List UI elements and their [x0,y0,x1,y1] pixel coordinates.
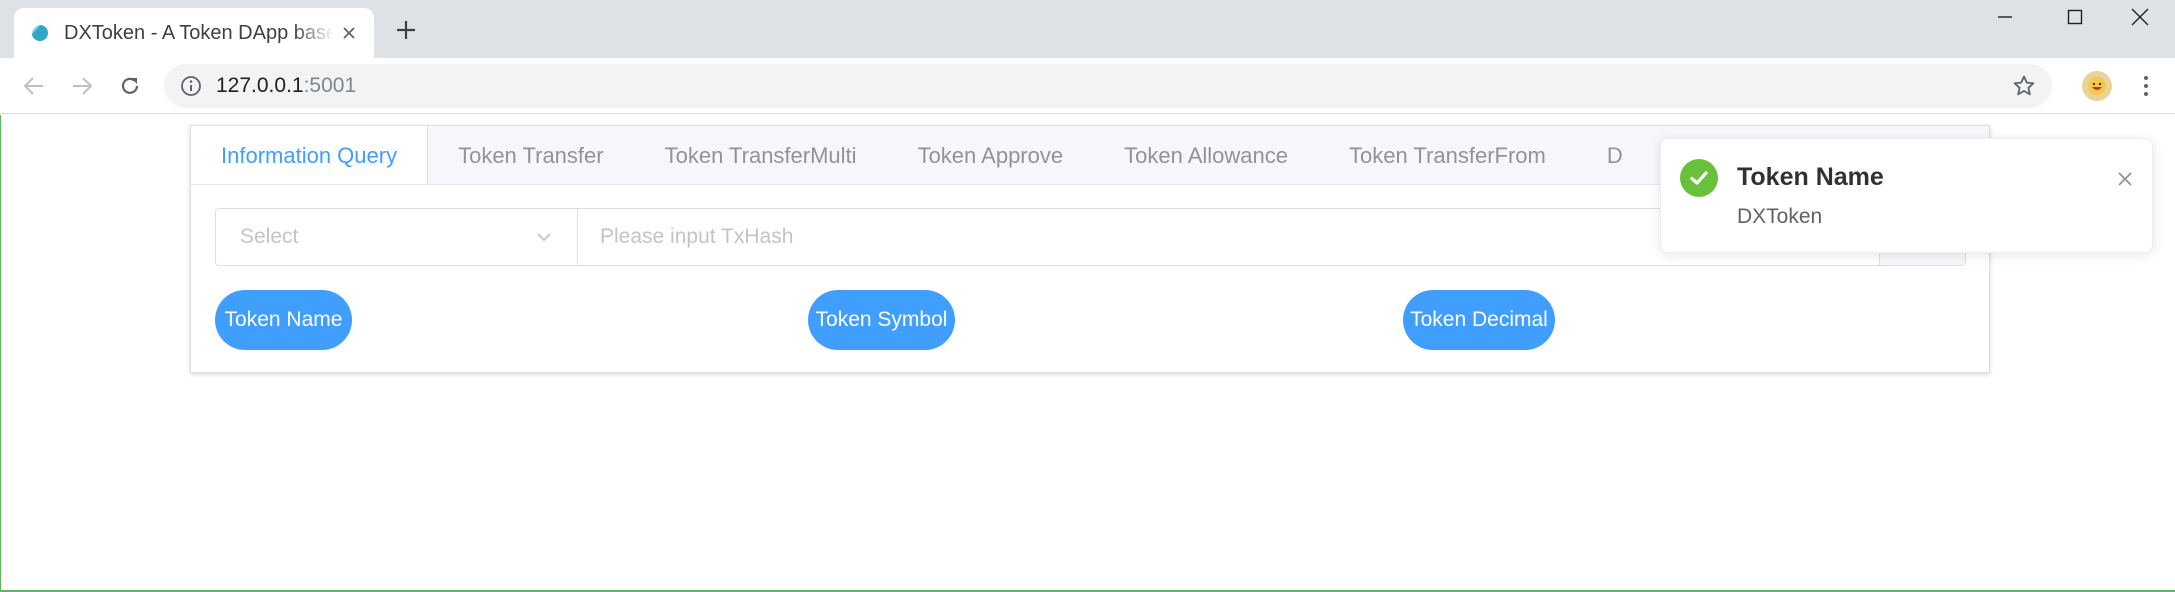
token-symbol-button[interactable]: Token Symbol [808,290,955,350]
tab-token-transfermulti[interactable]: Token TransferMulti [635,126,888,184]
info-buttons: Token Name Token Symbol Token Decimal [215,290,1966,350]
site-info-icon[interactable] [180,75,202,97]
tab-close-icon[interactable] [338,22,360,44]
back-arrow-icon[interactable] [16,68,52,104]
tab-token-transferfrom[interactable]: Token TransferFrom [1319,126,1577,184]
address-bar[interactable]: 127.0.0.1:5001 [164,64,2052,108]
browser-tab-title: DXToken - A Token DApp based [64,21,334,44]
tab-token-allowance[interactable]: Token Allowance [1094,126,1319,184]
notification-message: DXToken [1737,205,1823,228]
browser-toolbar: 127.0.0.1:5001 [0,58,2175,114]
check-circle-icon [1680,159,1718,197]
chevron-down-icon [537,233,551,242]
url-text: 127.0.0.1:5001 [216,74,357,97]
forward-arrow-icon[interactable] [64,68,100,104]
tab-token-transfer[interactable]: Token Transfer [428,126,635,184]
browser-menu-icon[interactable] [2132,70,2160,102]
tab-token-approve[interactable]: Token Approve [888,126,1095,184]
tab-information-query[interactable]: Information Query [191,126,429,184]
minimize-window-icon[interactable] [1970,0,2040,34]
profile-avatar[interactable] [2082,71,2112,101]
query-type-select[interactable]: Select [216,209,578,265]
token-decimal-button[interactable]: Token Decimal [1403,290,1555,350]
dapp-favicon-icon [32,25,48,41]
close-window-icon[interactable] [2105,0,2175,34]
notification-title: Token Name [1737,163,1884,191]
success-notification: Token Name DXToken [1660,138,2153,253]
browser-tab[interactable]: DXToken - A Token DApp based [14,8,374,58]
page-border-left [0,115,1,592]
close-icon[interactable] [2115,169,2135,189]
new-tab-icon[interactable] [392,16,420,44]
bookmark-star-icon[interactable] [2012,74,2036,98]
tab-d[interactable]: D [1577,126,1654,184]
reload-icon[interactable] [112,68,148,104]
maximize-window-icon[interactable] [2040,0,2110,34]
token-name-button[interactable]: Token Name [215,290,352,350]
browser-tabstrip: DXToken - A Token DApp based [0,0,2175,58]
select-placeholder: Select [240,225,299,248]
